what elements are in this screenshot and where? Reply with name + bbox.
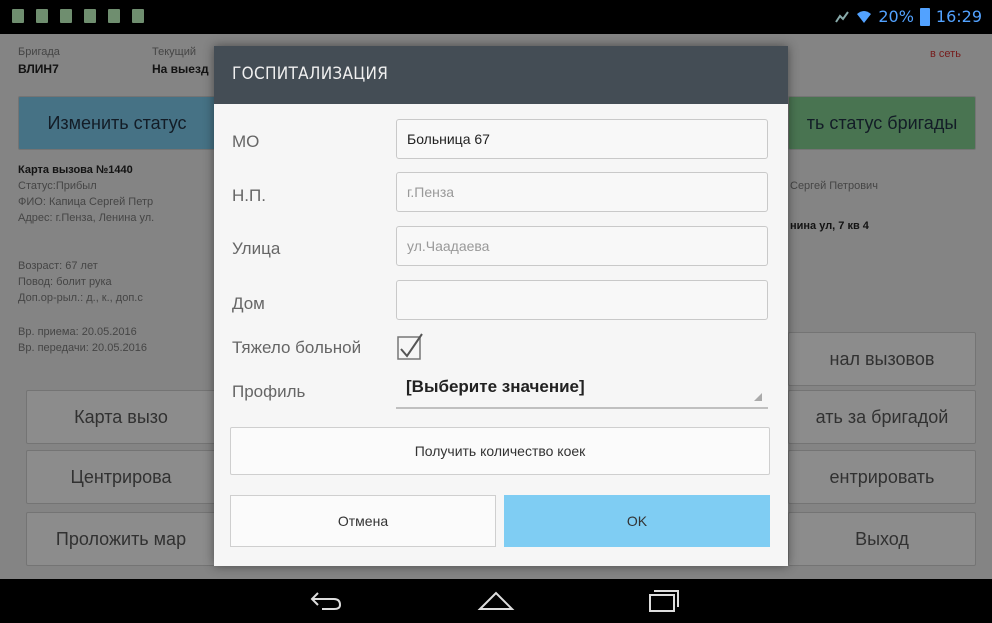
np-placeholder: г.Пенза xyxy=(407,184,455,200)
mo-value: Больница 67 xyxy=(407,131,490,147)
np-field[interactable]: г.Пенза xyxy=(396,172,768,212)
cancel-button[interactable]: Отмена xyxy=(230,495,496,547)
status-bar: 20% 16:29 xyxy=(0,0,992,34)
wifi-icon xyxy=(857,10,872,23)
cat-icon xyxy=(132,9,144,23)
dialog-header: ГОСПИТАЛИЗАЦИЯ xyxy=(214,46,788,104)
dialog-title: ГОСПИТАЛИЗАЦИЯ xyxy=(232,64,389,84)
navigation-bar xyxy=(0,579,992,623)
get-beds-label: Получить количество коек xyxy=(414,443,586,459)
status-icons xyxy=(12,9,144,23)
get-beds-button[interactable]: Получить количество коек xyxy=(230,427,770,475)
signal-icon xyxy=(835,10,850,23)
profile-label: Профиль xyxy=(232,382,306,401)
clock: 16:29 xyxy=(935,7,982,26)
back-icon[interactable] xyxy=(306,587,346,615)
mo-field[interactable]: Больница 67 xyxy=(396,119,768,159)
screenshot-icon xyxy=(36,9,48,23)
mo-label: МО xyxy=(232,132,260,151)
np-label: Н.П. xyxy=(232,186,266,205)
battery-percent: 20% xyxy=(878,7,914,26)
hospitalization-dialog: ГОСПИТАЛИЗАЦИЯ МО Больница 67 Н.П. г.Пен… xyxy=(214,46,788,566)
status-right: 20% 16:29 xyxy=(834,7,982,26)
house-field[interactable] xyxy=(396,280,768,320)
street-placeholder: ул.Чаадаева xyxy=(407,238,490,254)
profile-select[interactable]: [Выберите значение] xyxy=(396,367,768,409)
menu-icon xyxy=(60,9,72,23)
street-label: Улица xyxy=(232,239,281,258)
ok-button[interactable]: OK xyxy=(504,495,770,547)
street-field[interactable]: ул.Чаадаева xyxy=(396,226,768,266)
dropdown-caret-icon xyxy=(754,393,762,401)
cancel-label: Отмена xyxy=(337,513,389,529)
download-icon xyxy=(108,9,120,23)
warning-icon xyxy=(84,9,96,23)
home-icon[interactable] xyxy=(476,587,516,615)
heavy-patient-label: Тяжело больной xyxy=(232,338,362,357)
heavy-patient-checkbox[interactable] xyxy=(396,333,424,361)
recents-icon[interactable] xyxy=(642,587,682,615)
profile-value: [Выберите значение] xyxy=(406,377,585,396)
usb-icon xyxy=(12,9,24,23)
house-label: Дом xyxy=(232,294,265,313)
battery-icon xyxy=(919,7,930,26)
ok-label: OK xyxy=(626,513,648,529)
